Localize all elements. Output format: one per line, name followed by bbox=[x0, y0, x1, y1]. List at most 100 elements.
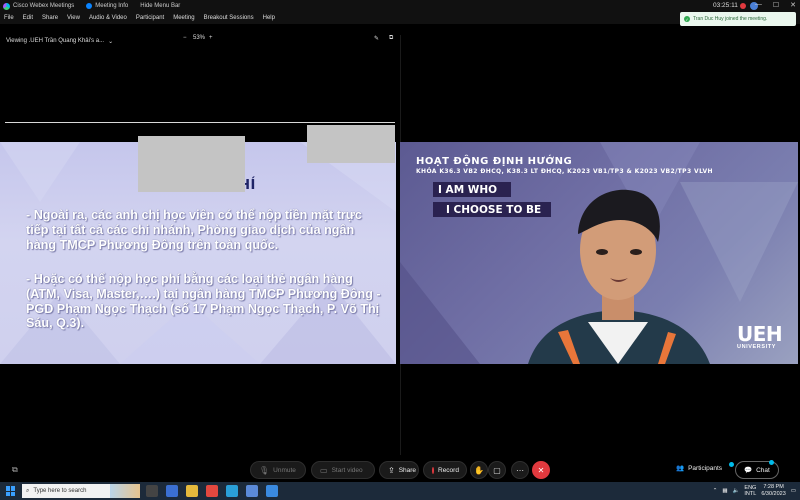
participants-badge bbox=[729, 462, 734, 467]
app-name: Cisco Webex Meetings bbox=[13, 3, 75, 9]
video-banner-subtitle: KHÓA K36.3 VB2 ĐHCQ, K38.3 LT ĐHCQ, K202… bbox=[416, 168, 713, 175]
record-label: Record bbox=[438, 466, 459, 474]
meeting-info-button[interactable]: Meeting Info bbox=[86, 3, 128, 9]
date-text: 6/30/2023 bbox=[761, 490, 786, 497]
close-button[interactable]: ✕ bbox=[790, 1, 796, 9]
clock[interactable]: 7:28 PM 6/30/2023 bbox=[761, 484, 785, 497]
language-code: ENG bbox=[744, 484, 757, 491]
participants-icon: 👥 bbox=[676, 465, 685, 472]
join-notification: ✓ Tran Duc Huy joined the meeting. bbox=[680, 12, 796, 26]
search-placeholder: Type here to search bbox=[33, 488, 87, 494]
share-button[interactable]: ⇪ Share bbox=[379, 461, 419, 479]
redaction-block bbox=[307, 125, 395, 163]
zoom-out-button[interactable]: − bbox=[183, 35, 187, 41]
taskbar-search[interactable]: ⌕ Type here to search bbox=[22, 484, 140, 498]
window-controls: — ☐ ✕ bbox=[755, 1, 796, 9]
menu-edit[interactable]: Edit bbox=[23, 15, 33, 21]
layout-icon[interactable]: ⧉ bbox=[12, 465, 18, 475]
annotate-icon[interactable]: ✎ bbox=[374, 35, 379, 42]
chevron-up-icon[interactable]: ⌃ bbox=[713, 488, 718, 494]
system-tray: ⌃ ▦ 🔈 ENG INTL 7:28 PM 6/30/2023 ▭ bbox=[713, 484, 796, 497]
network-icon[interactable]: ▦ bbox=[722, 488, 727, 494]
edge-icon[interactable] bbox=[226, 485, 238, 497]
chat-badge bbox=[769, 460, 774, 465]
video-banner-heading: HOẠT ĐỘNG ĐỊNH HƯỚNG bbox=[416, 156, 573, 167]
share-viewing-bar: Viewing .UEH Trần Quang Khải's a... ⌄ − … bbox=[0, 35, 400, 47]
language-indicator[interactable]: ENG INTL bbox=[744, 485, 756, 497]
participant-video[interactable]: HOẠT ĐỘNG ĐỊNH HƯỚNG KHÓA K36.3 VB2 ĐHCQ… bbox=[400, 142, 798, 364]
windows-start-icon[interactable] bbox=[6, 486, 16, 496]
menu-audio-video[interactable]: Audio & Video bbox=[89, 15, 127, 21]
keyboard-layout: INTL bbox=[744, 490, 757, 497]
record-icon bbox=[432, 466, 434, 474]
shared-screen-line bbox=[5, 122, 395, 123]
chat-icon: 💬 bbox=[744, 467, 753, 474]
hide-menu-bar-button[interactable]: Hide Menu Bar bbox=[140, 3, 180, 9]
leave-meeting-button[interactable]: ✕ bbox=[532, 461, 550, 479]
presenter-figure bbox=[528, 189, 710, 364]
ueh-logo-subtext: UNIVERSITY bbox=[737, 344, 777, 350]
maximize-button[interactable]: ☐ bbox=[773, 1, 779, 9]
menu-participant[interactable]: Participant bbox=[136, 15, 164, 21]
chevron-down-icon[interactable]: ⌄ bbox=[108, 38, 113, 45]
apps-button[interactable]: ▢ bbox=[488, 461, 506, 479]
title-bar: Cisco Webex Meetings Meeting Info Hide M… bbox=[0, 0, 800, 12]
reactions-button[interactable]: ✋ bbox=[470, 461, 488, 479]
share-icon: ⇪ bbox=[388, 465, 395, 475]
app-title: Cisco Webex Meetings bbox=[3, 2, 75, 10]
chrome-icon[interactable] bbox=[206, 485, 218, 497]
minimize-button[interactable]: — bbox=[755, 1, 762, 9]
start-video-button[interactable]: ▭ Start video bbox=[311, 461, 375, 479]
meeting-controls: ⧉ 🎙 Unmute ▭ Start video ⇪ Share Record … bbox=[0, 458, 800, 482]
zalo-icon[interactable] bbox=[266, 485, 278, 497]
menu-meeting[interactable]: Meeting bbox=[173, 15, 194, 21]
info-icon bbox=[86, 3, 93, 9]
zoom-level[interactable]: 53% bbox=[193, 35, 205, 41]
ueh-logo-text: UEH bbox=[737, 322, 783, 346]
slide-paragraph-1: - Ngoài ra, các anh chị học viên có thể … bbox=[26, 208, 362, 252]
participants-label: Participants bbox=[688, 464, 723, 472]
slogan-line-1: I AM WHO bbox=[433, 182, 511, 197]
webex-window: Cisco Webex Meetings Meeting Info Hide M… bbox=[0, 0, 800, 500]
menu-help[interactable]: Help bbox=[263, 15, 275, 21]
menu-share[interactable]: Share bbox=[42, 15, 58, 21]
webex-taskbar-icon[interactable] bbox=[246, 485, 258, 497]
windows-taskbar: ⌕ Type here to search ⌃ ▦ 🔈 ENG INTL 7:2… bbox=[0, 482, 800, 500]
more-icon: ⋯ bbox=[516, 465, 524, 475]
record-button[interactable]: Record bbox=[423, 461, 467, 479]
unmute-label: Unmute bbox=[273, 466, 296, 474]
hand-icon: ✋ bbox=[474, 465, 484, 475]
task-view-icon[interactable] bbox=[146, 485, 158, 497]
volume-icon[interactable]: 🔈 bbox=[733, 488, 740, 494]
chat-label: Chat bbox=[756, 466, 770, 474]
popout-icon[interactable]: ⧉ bbox=[389, 35, 393, 42]
meeting-info-label: Meeting Info bbox=[95, 3, 129, 9]
slide-paragraph-2: - Hoặc có thể nộp học phí bằng các loại … bbox=[26, 272, 381, 331]
microphone-icon: 🎙 bbox=[259, 465, 270, 475]
viewing-label: Viewing .UEH Trần Quang Khải's a... bbox=[6, 38, 105, 44]
file-explorer-icon[interactable] bbox=[186, 485, 198, 497]
participants-button[interactable]: 👥 Participants bbox=[676, 464, 723, 473]
app-icon[interactable] bbox=[166, 485, 178, 497]
share-label: Share bbox=[398, 466, 417, 474]
menu-view[interactable]: View bbox=[67, 15, 80, 21]
unmute-button[interactable]: 🎙 Unmute bbox=[250, 461, 306, 479]
recording-indicator-icon bbox=[740, 3, 746, 9]
apps-icon: ▢ bbox=[493, 465, 501, 475]
more-options-button[interactable]: ⋯ bbox=[511, 461, 529, 479]
taskbar-apps bbox=[146, 485, 278, 497]
search-highlight-image bbox=[110, 484, 140, 498]
zoom-in-button[interactable]: + bbox=[209, 35, 213, 41]
menu-file[interactable]: File bbox=[4, 15, 14, 21]
meeting-timer: 03:25:11 bbox=[713, 2, 738, 9]
camera-icon: ▭ bbox=[320, 465, 328, 475]
close-icon: ✕ bbox=[537, 465, 545, 475]
check-icon: ✓ bbox=[684, 16, 690, 22]
redaction-block bbox=[138, 136, 245, 192]
notification-text: Tran Duc Huy joined the meeting. bbox=[693, 16, 768, 22]
menu-breakout-sessions[interactable]: Breakout Sessions bbox=[204, 15, 254, 21]
webex-logo-icon bbox=[3, 2, 10, 10]
search-icon: ⌕ bbox=[26, 487, 30, 494]
start-video-label: Start video bbox=[331, 466, 363, 474]
notification-icon[interactable]: ▭ bbox=[791, 488, 796, 494]
